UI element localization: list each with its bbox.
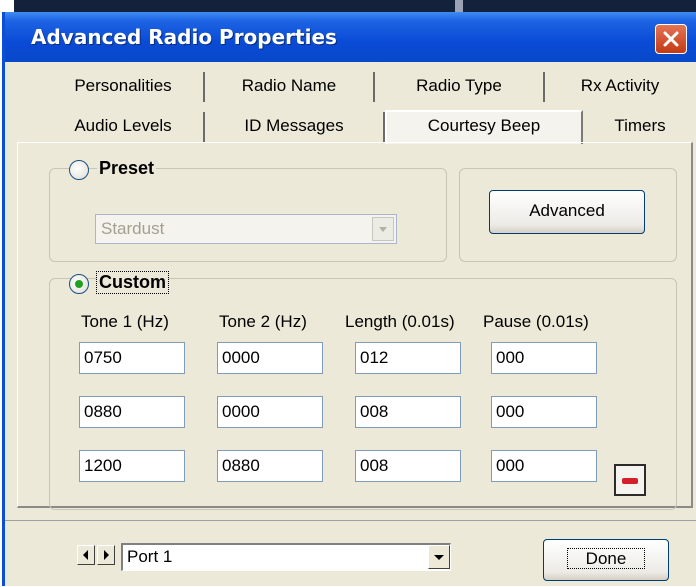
tab-timers[interactable]: Timers xyxy=(585,112,695,142)
arrow-left-icon xyxy=(83,550,88,560)
background-window-edge xyxy=(14,0,696,12)
radio-selected-dot xyxy=(75,280,83,288)
preset-combo-value: Stardust xyxy=(101,219,165,238)
tab-id-messages[interactable]: ID Messages xyxy=(205,112,385,142)
close-icon xyxy=(663,31,679,47)
remove-row-button[interactable] xyxy=(614,464,646,496)
tab-personalities[interactable]: Personalities xyxy=(43,72,205,102)
done-button-label: Done xyxy=(566,548,646,569)
length-field[interactable]: 008 xyxy=(355,396,461,428)
dialog-window: Advanced Radio Properties Personalities … xyxy=(2,12,696,586)
tab-courtesy-beep[interactable]: Courtesy Beep xyxy=(385,110,583,144)
pause-field[interactable]: 000 xyxy=(491,342,597,374)
column-header-pause: Pause (0.01s) xyxy=(483,312,589,331)
background-marker xyxy=(455,0,463,12)
tab-radio-type[interactable]: Radio Type xyxy=(375,72,545,102)
tone1-field[interactable]: 0880 xyxy=(79,396,185,428)
window-title: Advanced Radio Properties xyxy=(31,25,337,49)
column-header-tone2: Tone 2 (Hz) xyxy=(219,312,307,331)
tone2-field[interactable]: 0000 xyxy=(217,342,323,374)
port-select-value: Port 1 xyxy=(127,547,173,566)
next-port-button[interactable] xyxy=(97,545,115,565)
advanced-button[interactable]: Advanced xyxy=(489,190,645,234)
custom-label[interactable]: Custom xyxy=(96,271,169,294)
preset-label[interactable]: Preset xyxy=(97,158,157,179)
tab-radio-name[interactable]: Radio Name xyxy=(205,72,375,102)
custom-radio[interactable] xyxy=(69,274,89,294)
background-strip xyxy=(0,0,696,12)
title-bar[interactable]: Advanced Radio Properties xyxy=(5,12,696,62)
tone1-field[interactable]: 1200 xyxy=(79,450,185,482)
pause-field[interactable]: 000 xyxy=(491,450,597,482)
tone2-field[interactable]: 0000 xyxy=(217,396,323,428)
preset-radio[interactable] xyxy=(69,160,89,180)
preset-combo[interactable]: Stardust xyxy=(95,214,397,244)
arrow-right-icon xyxy=(104,550,109,560)
chevron-down-icon[interactable] xyxy=(428,545,450,569)
pause-field[interactable]: 000 xyxy=(491,396,597,428)
footer-bar: Port 1 Done xyxy=(5,520,696,587)
close-button[interactable] xyxy=(655,24,687,54)
done-button[interactable]: Done xyxy=(543,539,669,581)
column-header-length: Length (0.01s) xyxy=(345,312,455,331)
tone2-field[interactable]: 0880 xyxy=(217,450,323,482)
tone1-field[interactable]: 0750 xyxy=(79,342,185,374)
tab-audio-levels[interactable]: Audio Levels xyxy=(43,112,205,142)
port-select[interactable]: Port 1 xyxy=(121,543,451,571)
column-header-tone1: Tone 1 (Hz) xyxy=(81,312,169,331)
chevron-down-icon[interactable] xyxy=(372,217,394,241)
prev-port-button[interactable] xyxy=(77,545,95,565)
length-field[interactable]: 008 xyxy=(355,450,461,482)
tab-rx-activity[interactable]: Rx Activity xyxy=(545,72,695,102)
length-field[interactable]: 012 xyxy=(355,342,461,374)
minus-icon xyxy=(622,478,638,484)
